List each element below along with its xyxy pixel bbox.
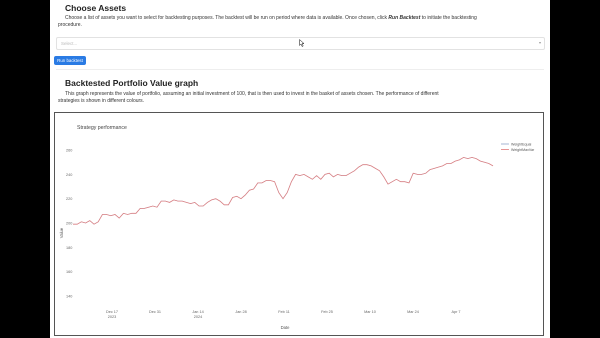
run-backtest-button[interactable]: Run backtest [54,56,86,65]
chart-title: Strategy performance [77,125,127,131]
x-axis-label: Date [281,325,291,330]
y-tick-label: 140 [66,294,72,298]
legend-label[interactable]: WeightMaxVar [511,148,535,152]
chart-container: Strategy performance Value Date 140 160 18… [54,112,544,336]
x-tick-label: 2024 [194,315,202,319]
legend-label[interactable]: WeightEqual [511,142,532,146]
choose-assets-description: Choose a list of assets you want to sele… [58,15,488,29]
chevron-down-icon[interactable]: ▾ [539,40,541,45]
graph-section-description: This graph represents the value of portf… [58,91,439,104]
description-text: Choose a list of assets you want to sele… [65,15,389,21]
graph-section-title: Backtested Portfolio Value graph [65,78,199,88]
section-divider [56,69,544,70]
y-tick-label: 180 [66,246,72,250]
x-tick-label: Mar 10 [364,310,376,314]
mouse-cursor-icon [299,39,305,47]
x-tick-label: Jan 28 [235,310,246,314]
asset-select-placeholder: Select... [61,40,78,46]
x-tick-label: Feb 11 [278,310,290,314]
x-tick-label: Apr 7 [451,310,460,314]
choose-assets-title: Choose Assets [65,3,127,13]
strategy-performance-chart[interactable]: Strategy performance Value Date 140 160 18… [55,113,543,335]
y-tick-label: 260 [66,149,72,153]
series-line-weightequal[interactable] [73,157,494,225]
x-tick-label: Jan 14 [192,310,203,314]
x-tick-label: Feb 25 [321,310,333,314]
y-tick-label: 200 [66,222,72,226]
y-tick-label: 240 [66,173,72,177]
x-tick-label: Dec 17 [106,310,118,314]
y-tick-label: 160 [66,270,72,274]
app-page: Choose Assets Choose a list of assets yo… [50,0,550,338]
chart-legend: WeightEqual WeightMaxVar [501,142,535,152]
y-tick-label: 220 [66,197,72,201]
x-tick-label: 2023 [108,315,116,319]
y-axis-label: Value [59,227,64,238]
description-emphasis: Run Backtest [388,15,421,21]
x-tick-label: Dec 31 [149,310,161,314]
series-line-weightmaxvar[interactable] [73,156,494,225]
x-tick-label: Mar 24 [407,310,419,314]
